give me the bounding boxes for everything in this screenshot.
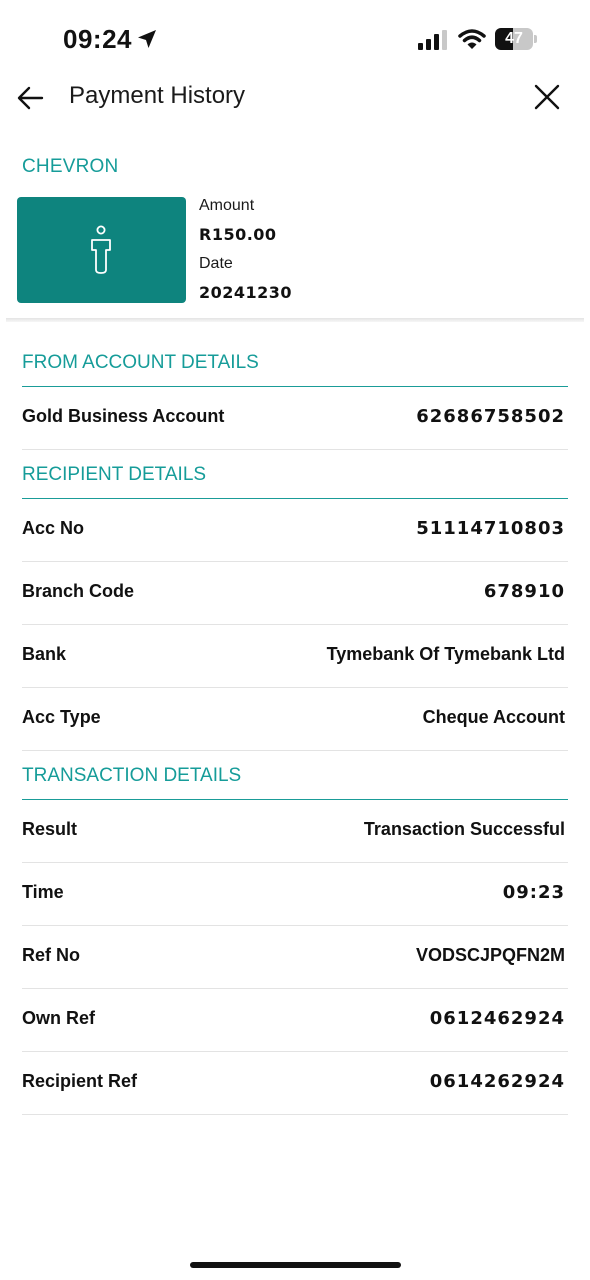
row-value: 0614262924 [429, 1071, 565, 1092]
wifi-icon [458, 29, 486, 49]
row-value: 0612462924 [429, 1008, 565, 1029]
summary-card [17, 197, 186, 303]
from-account-header: FROM ACCOUNT DETAILS [22, 338, 568, 387]
detail-row-account: Gold Business Account 62686758502 [22, 387, 568, 450]
close-icon[interactable] [533, 83, 561, 111]
nav-bar: Payment History [0, 76, 590, 120]
status-time: 09:24 [63, 24, 132, 54]
row-label: Result [22, 819, 78, 839]
row-value: 09:23 [502, 882, 565, 903]
section-title: RECIPIENT DETAILS [22, 464, 207, 485]
date-label: Date [199, 255, 233, 272]
battery-percent: 47 [505, 30, 523, 47]
page-title: Payment History [69, 82, 246, 109]
detail-row-recipient-ref: Recipient Ref 0614262924 [22, 1052, 568, 1115]
row-label: Time [22, 882, 64, 902]
row-value: 62686758502 [416, 406, 565, 427]
details-list: FROM ACCOUNT DETAILS Gold Business Accou… [22, 338, 568, 1115]
detail-row-bank: Bank Tymebank Of Tymebank Ltd [22, 625, 568, 688]
row-value: VODSCJPQFN2M [415, 945, 565, 965]
row-value: Tymebank Of Tymebank Ltd [326, 644, 565, 664]
recipient-header: RECIPIENT DETAILS [22, 450, 568, 499]
merchant-name: CHEVRON [22, 156, 119, 177]
amount-label: Amount [199, 197, 255, 214]
detail-row-branch-code: Branch Code 678910 [22, 562, 568, 625]
row-label: Branch Code [22, 581, 135, 601]
section-divider [6, 318, 584, 322]
transaction-header: TRANSACTION DETAILS [22, 751, 568, 800]
battery-icon: 47 [495, 28, 537, 50]
amount-value: R150.00 [199, 225, 277, 244]
date-value: 20241230 [199, 283, 293, 302]
row-label: Acc No [22, 518, 85, 538]
home-indicator[interactable] [190, 1262, 401, 1268]
row-label: Own Ref [22, 1008, 96, 1028]
row-label: Acc Type [22, 707, 101, 727]
row-value: 678910 [483, 581, 565, 602]
row-label: Bank [22, 644, 67, 664]
row-value: Transaction Successful [363, 819, 565, 839]
detail-row-own-ref: Own Ref 0612462924 [22, 989, 568, 1052]
detail-row-acc-type: Acc Type Cheque Account [22, 688, 568, 751]
row-value: 51114710803 [416, 518, 565, 539]
detail-row-ref-no: Ref No VODSCJPQFN2M [22, 926, 568, 989]
back-arrow-icon[interactable] [16, 84, 44, 112]
section-title: TRANSACTION DETAILS [22, 765, 242, 786]
detail-row-time: Time 09:23 [22, 863, 568, 926]
cellular-signal-icon [418, 30, 447, 50]
row-label: Ref No [22, 945, 80, 965]
row-value: Cheque Account [422, 707, 565, 727]
location-arrow-icon [138, 30, 156, 48]
section-title: FROM ACCOUNT DETAILS [22, 352, 259, 373]
status-bar: 09:24 47 [0, 0, 590, 80]
person-icon [91, 225, 111, 274]
row-label: Gold Business Account [22, 406, 225, 426]
detail-row-acc-no: Acc No 51114710803 [22, 499, 568, 562]
summary-fields: Amount R150.00 Date 20241230 [199, 195, 292, 311]
row-label: Recipient Ref [22, 1071, 138, 1091]
detail-row-result: Result Transaction Successful [22, 800, 568, 863]
